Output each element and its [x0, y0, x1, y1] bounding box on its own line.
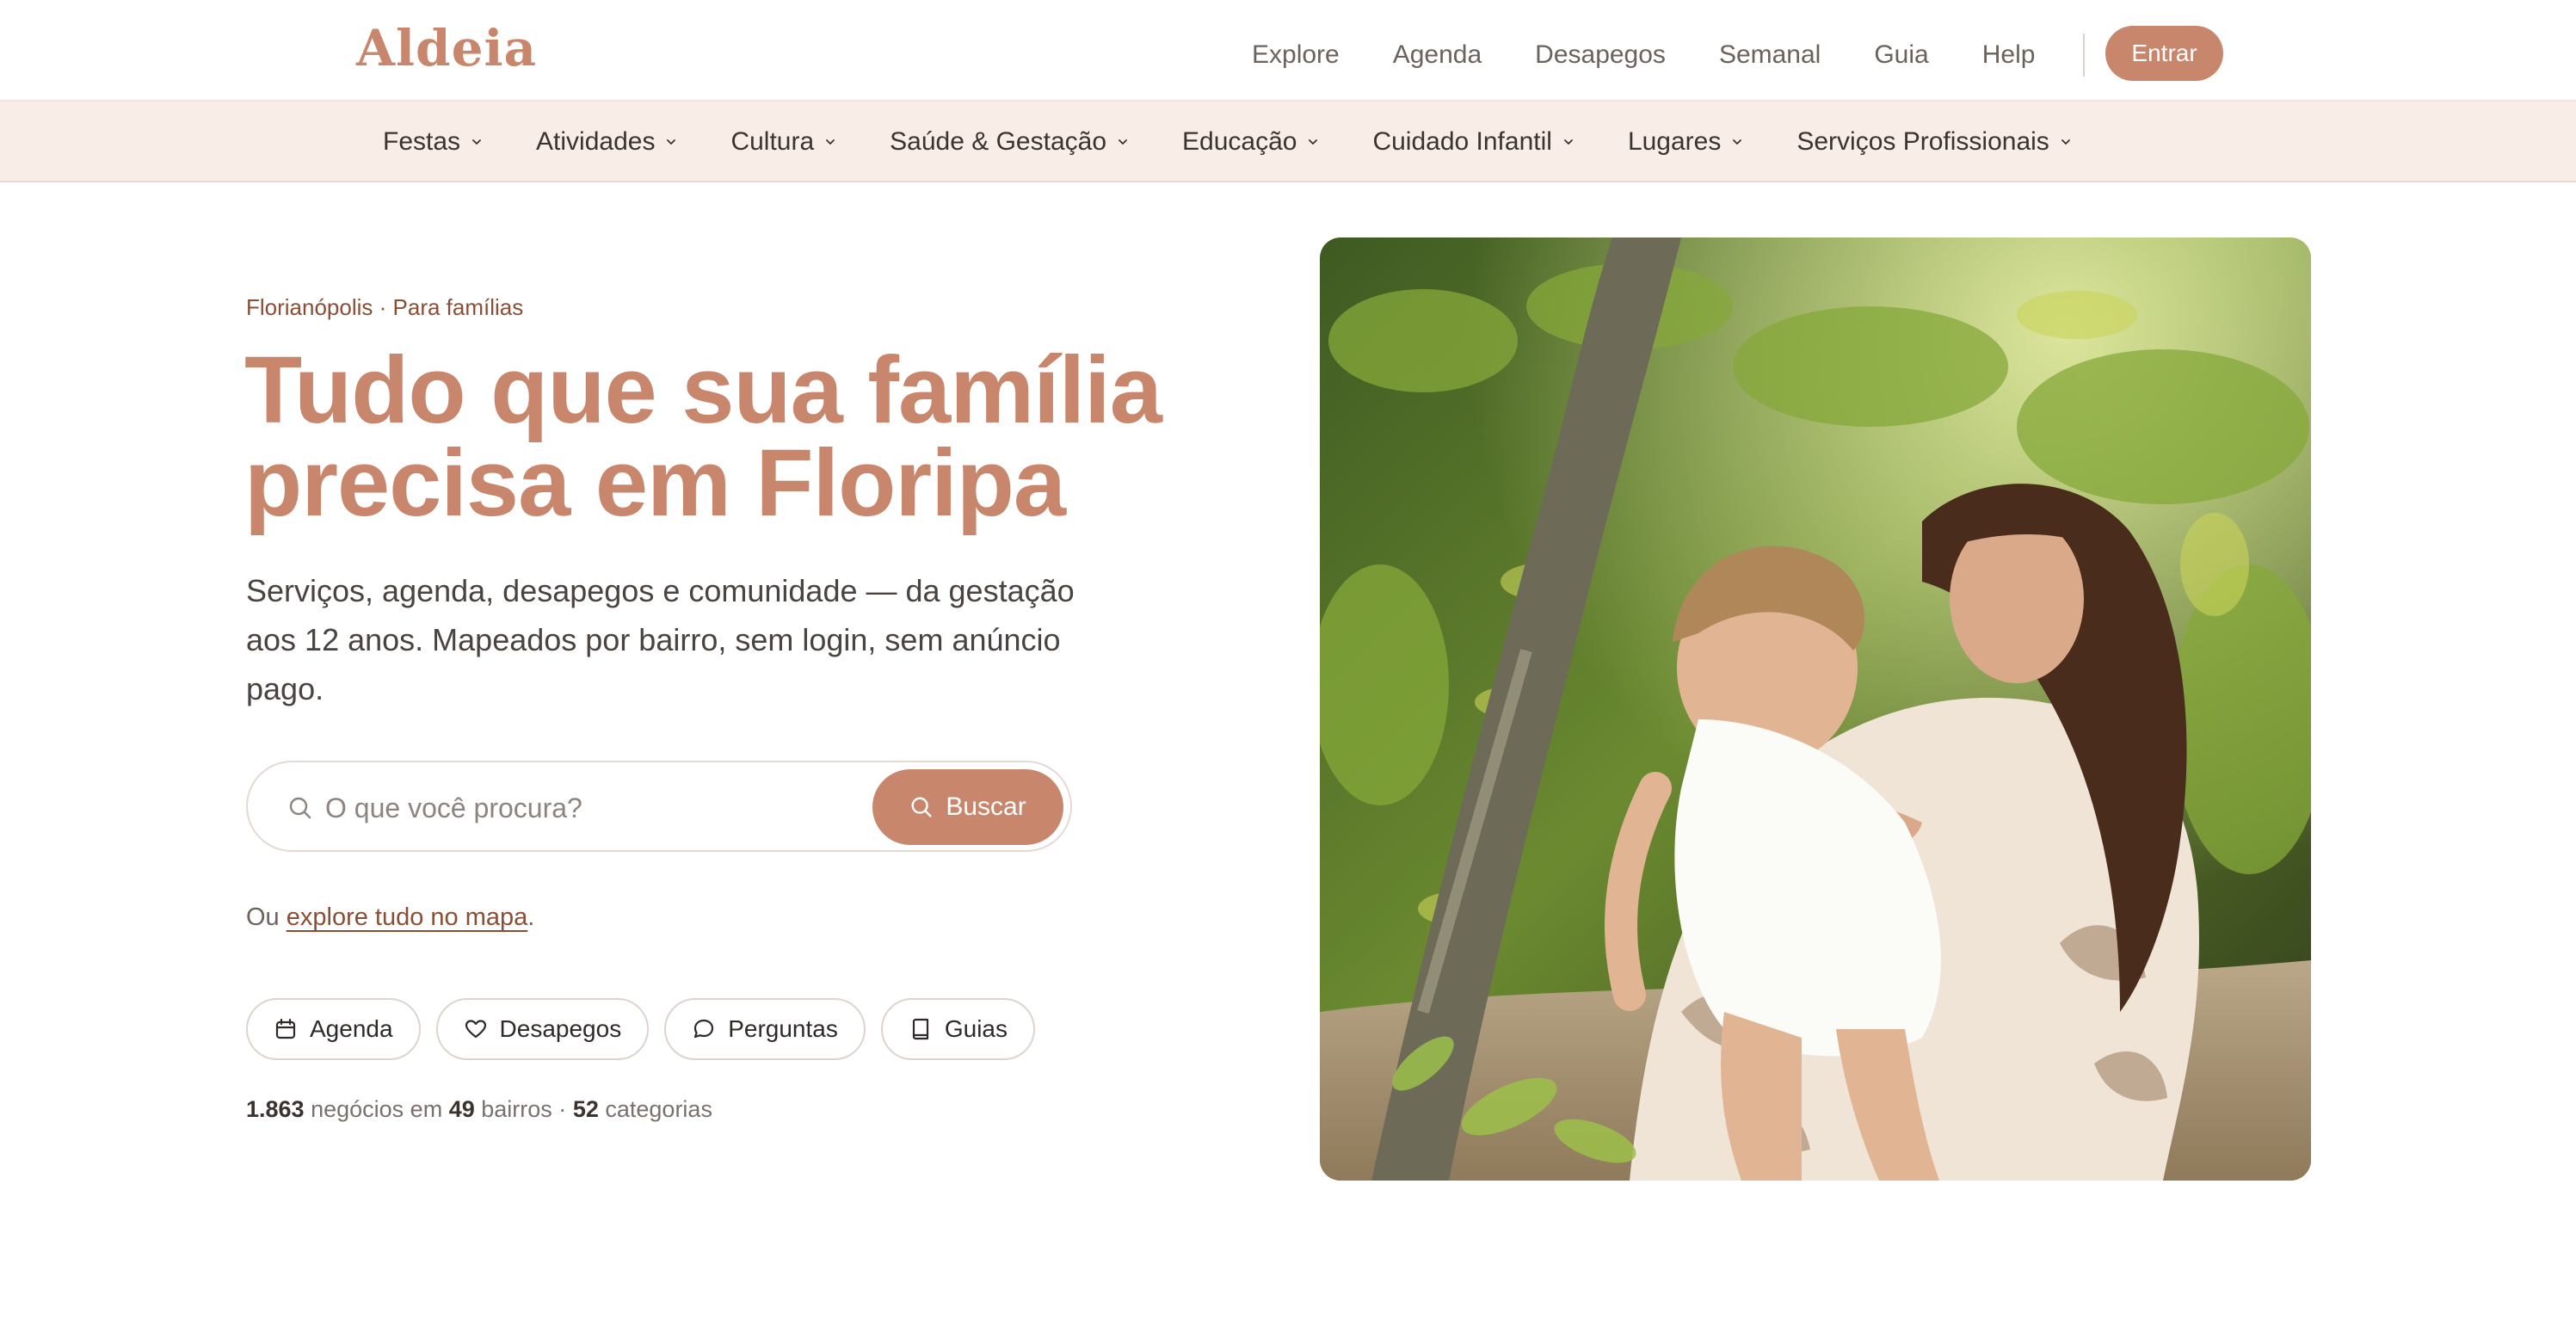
category-cultura[interactable]: Cultura — [730, 127, 836, 157]
headline-line-2: precisa em Floripa — [244, 430, 1066, 536]
businesses-label: negócios em — [311, 1096, 443, 1122]
chip-agenda[interactable]: Agenda — [246, 998, 421, 1060]
chevron-down-icon — [1733, 139, 1742, 145]
login-button[interactable]: Entrar — [2105, 26, 2223, 81]
stats-line: 1.863 negócios em 49 bairros · 52 catego… — [246, 1096, 712, 1123]
search-button[interactable]: Buscar — [872, 769, 1063, 845]
chevron-down-icon — [826, 139, 835, 145]
category-label: Educação — [1182, 127, 1297, 156]
chip-label: Perguntas — [728, 1015, 838, 1042]
category-label: Saúde & Gestação — [890, 127, 1107, 156]
calendar-icon — [275, 1018, 296, 1039]
nav-agenda[interactable]: Agenda — [1393, 36, 1482, 74]
category-label: Serviços Profissionais — [1796, 127, 2049, 156]
category-label: Cuidado Infantil — [1372, 127, 1552, 156]
nav-explore[interactable]: Explore — [1252, 36, 1340, 74]
chevron-down-icon — [1119, 139, 1127, 145]
hero-kicker: Florianópolis · Para famílias — [246, 294, 524, 320]
category-label: Atividades — [536, 127, 656, 156]
nav-guia[interactable]: Guia — [1874, 36, 1928, 74]
category-saude-gestacao[interactable]: Saúde & Gestação — [890, 127, 1129, 157]
chip-label: Desapegos — [499, 1015, 622, 1042]
category-label: Festas — [383, 127, 461, 156]
category-lugares[interactable]: Lugares — [1628, 127, 1743, 157]
chip-desapegos[interactable]: Desapegos — [435, 998, 650, 1060]
logo[interactable]: Aldeia — [356, 19, 537, 77]
chevron-down-icon — [1309, 139, 1318, 145]
neighborhoods-label: bairros · — [481, 1096, 567, 1122]
chevron-down-icon — [2061, 139, 2070, 145]
shortcut-chips: Agenda Desapegos Perguntas Guias — [246, 998, 1051, 1060]
hero-subtitle: Serviços, agenda, desapegos e comunidade… — [246, 573, 1075, 706]
map-prompt: Ou explore tudo no mapa. — [246, 903, 534, 932]
nav-desapegos[interactable]: Desapegos — [1535, 36, 1666, 74]
headline-line-1: Tudo que sua família — [244, 337, 1162, 443]
chip-label: Guias — [944, 1015, 1008, 1042]
category-cuidado-infantil[interactable]: Cuidado Infantil — [1372, 127, 1574, 157]
book-icon — [912, 1018, 928, 1040]
hero-photo — [1320, 237, 2311, 1181]
search-icon — [911, 797, 932, 817]
category-festas[interactable]: Festas — [383, 127, 483, 157]
heart-icon — [465, 1020, 486, 1039]
neighborhoods-count: 49 — [448, 1096, 475, 1122]
categories-label: categorias — [605, 1096, 712, 1122]
nav-help[interactable]: Help — [1982, 36, 2036, 74]
map-prompt-suffix: . — [527, 903, 535, 931]
top-header: Aldeia Explore Agenda Desapegos Semanal … — [0, 0, 2576, 102]
category-servicos-profissionais[interactable]: Serviços Profissionais — [1796, 127, 2071, 157]
search-input[interactable] — [325, 785, 807, 831]
chip-label: Agenda — [310, 1015, 393, 1042]
chevron-down-icon — [667, 139, 676, 145]
search-button-label: Buscar — [946, 792, 1026, 821]
explore-map-link[interactable]: explore tudo no mapa — [287, 903, 528, 931]
nav-divider — [2083, 34, 2086, 77]
chat-bubble-icon — [694, 1019, 714, 1039]
search-bar: Buscar — [246, 761, 1072, 852]
category-educacao[interactable]: Educação — [1182, 127, 1319, 157]
category-bar: Festas Atividades Cultura Saúde & Gestaç… — [0, 102, 2576, 182]
hero-headline: Tudo que sua família precisa em Floripa — [244, 343, 1191, 531]
businesses-count: 1.863 — [246, 1096, 305, 1122]
nav-semanal[interactable]: Semanal — [1719, 36, 1821, 74]
mother-and-child-in-garden-image — [1320, 237, 2311, 1181]
chip-guias[interactable]: Guias — [880, 998, 1035, 1060]
search-icon — [289, 797, 311, 819]
chip-perguntas[interactable]: Perguntas — [664, 998, 866, 1060]
chevron-down-icon — [472, 139, 481, 145]
top-nav: Explore Agenda Desapegos Semanal Guia He… — [1252, 26, 2223, 81]
categories-count: 52 — [572, 1096, 599, 1122]
category-label: Lugares — [1627, 127, 1722, 156]
map-prompt-prefix: Ou — [246, 903, 280, 931]
category-atividades[interactable]: Atividades — [536, 127, 677, 157]
category-label: Cultura — [730, 127, 815, 156]
chevron-down-icon — [1564, 139, 1573, 145]
